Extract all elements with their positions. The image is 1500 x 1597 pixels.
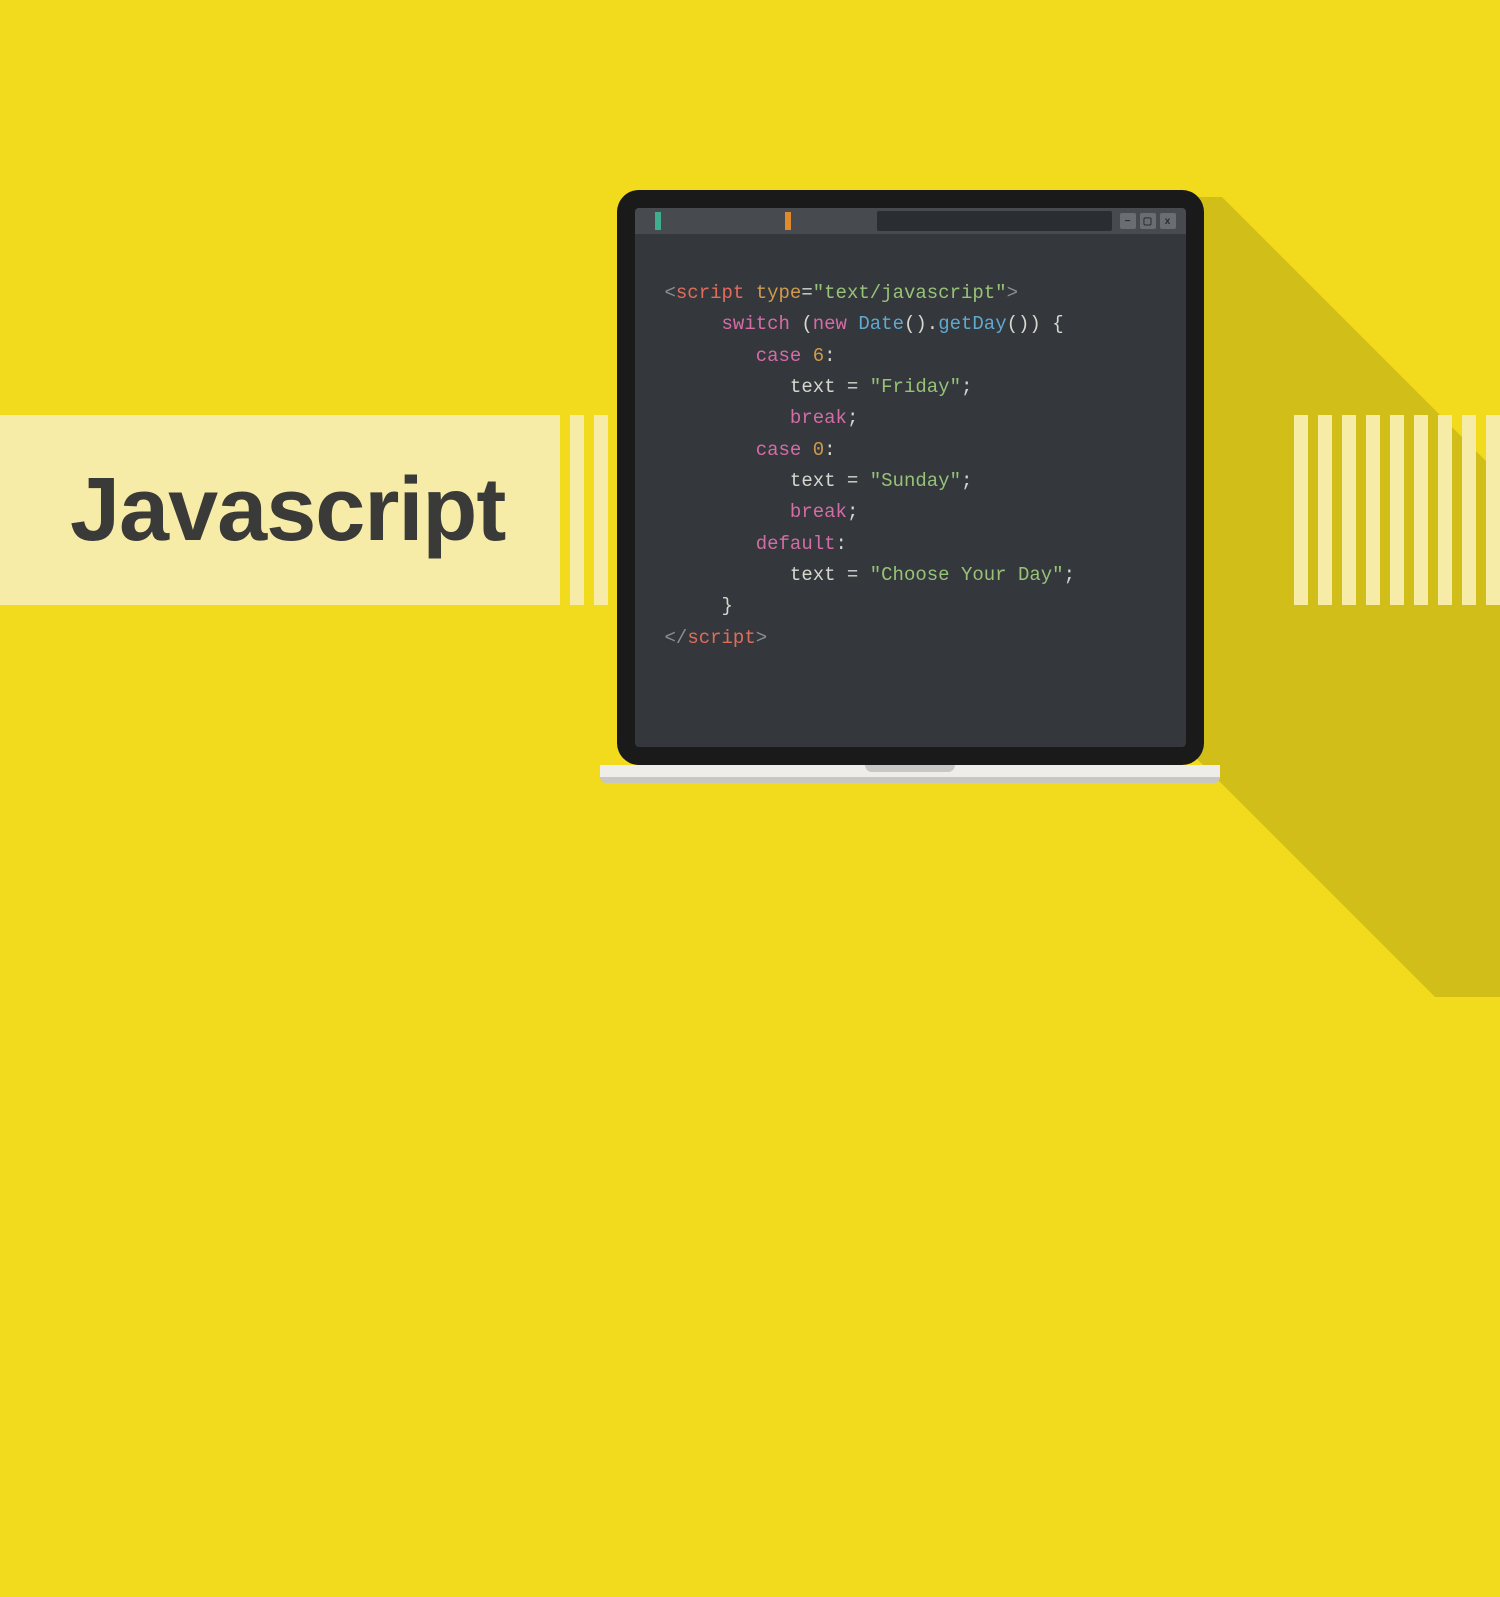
code-token: new — [813, 313, 847, 335]
code-token: ; — [961, 470, 972, 492]
code-token: : — [824, 439, 835, 461]
code-token — [847, 313, 858, 335]
code-token: Date — [858, 313, 904, 335]
maximize-button[interactable]: ▢ — [1140, 213, 1156, 229]
code-token: ( — [790, 313, 813, 335]
code-token: = — [801, 282, 812, 304]
code-token: case — [756, 439, 802, 461]
code-token: > — [756, 627, 767, 649]
code-token: script — [687, 627, 755, 649]
code-token: "Choose Your Day" — [870, 564, 1064, 586]
tab-indicator-icon — [785, 212, 791, 230]
code-token — [801, 439, 812, 461]
code-token: = — [836, 376, 870, 398]
code-token: > — [1007, 282, 1018, 304]
code-token: < — [665, 282, 676, 304]
code-token: text — [790, 470, 836, 492]
laptop-notch — [865, 765, 955, 772]
laptop-bezel: − ▢ x <script type="text/javascript"> sw… — [617, 190, 1204, 765]
code-token: = — [836, 564, 870, 586]
code-token: switch — [722, 313, 790, 335]
window-controls: − ▢ x — [1120, 213, 1176, 229]
code-token: case — [756, 345, 802, 367]
decorative-stripes-right — [1294, 415, 1500, 605]
close-button[interactable]: x — [1160, 213, 1176, 229]
code-token: ()) { — [1007, 313, 1064, 335]
code-token: "Sunday" — [870, 470, 961, 492]
editor-window: − ▢ x <script type="text/javascript"> sw… — [635, 208, 1186, 747]
code-token: getDay — [938, 313, 1006, 335]
code-token: ; — [1064, 564, 1075, 586]
address-bar — [877, 211, 1112, 231]
code-token — [801, 345, 812, 367]
code-token: default — [756, 533, 836, 555]
code-token: } — [722, 595, 733, 617]
code-token: text — [790, 564, 836, 586]
code-token: type — [744, 282, 801, 304]
code-token: break — [790, 501, 847, 523]
code-token: = — [836, 470, 870, 492]
code-token: ; — [847, 501, 858, 523]
code-token: break — [790, 407, 847, 429]
code-token: </ — [665, 627, 688, 649]
title-band: Javascript — [0, 415, 560, 605]
code-block: <script type="text/javascript"> switch (… — [665, 278, 1076, 654]
code-token: 0 — [813, 439, 824, 461]
code-token: "text/javascript" — [813, 282, 1007, 304]
laptop-illustration: − ▢ x <script type="text/javascript"> sw… — [600, 190, 1220, 800]
code-token: (). — [904, 313, 938, 335]
laptop-base — [600, 765, 1220, 783]
code-token: text — [790, 376, 836, 398]
code-token: "Friday" — [870, 376, 961, 398]
code-token: ; — [961, 376, 972, 398]
code-token: : — [836, 533, 847, 555]
code-token: ; — [847, 407, 858, 429]
code-token: 6 — [813, 345, 824, 367]
tab-indicator-icon — [655, 212, 661, 230]
minimize-button[interactable]: − — [1120, 213, 1136, 229]
code-token: script — [676, 282, 744, 304]
code-token: : — [824, 345, 835, 367]
window-titlebar: − ▢ x — [635, 208, 1186, 234]
page-title: Javascript — [70, 459, 505, 562]
